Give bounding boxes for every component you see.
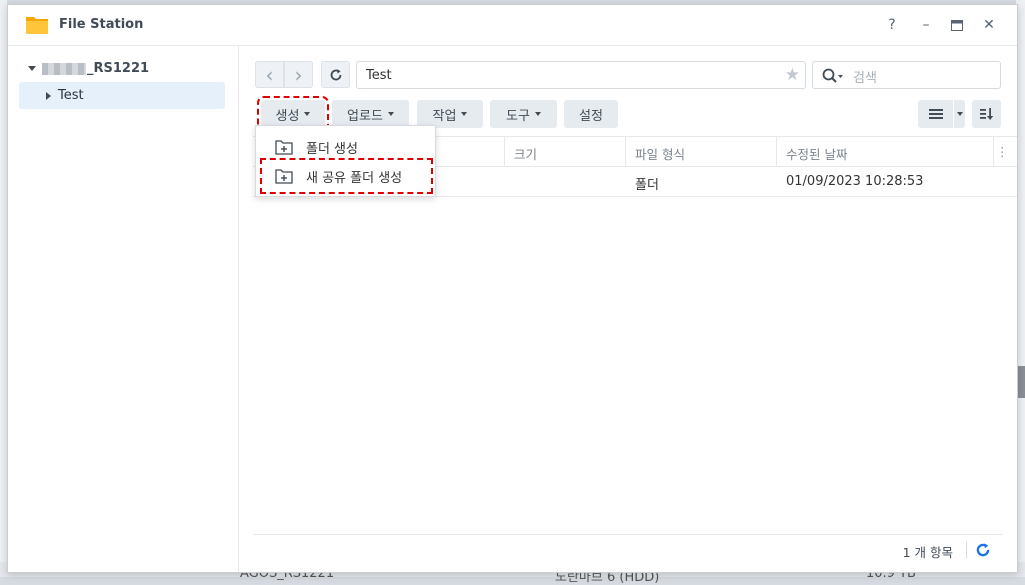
settings-button[interactable]: 설정: [564, 100, 618, 128]
folder-plus-icon: [275, 169, 293, 184]
column-menu-icon[interactable]: ⋮: [996, 144, 1009, 159]
refresh-icon[interactable]: [975, 542, 991, 558]
view-dropdown-button[interactable]: [954, 100, 965, 128]
titlebar: File Station ? – ✕: [8, 5, 1017, 46]
path-text: Test: [366, 68, 392, 83]
chevron-right-icon: ›: [294, 62, 303, 87]
row-type: 폴더: [635, 178, 659, 193]
item-count: 1 개 항목: [902, 545, 953, 560]
folder-plus-icon: [275, 140, 293, 155]
sort-icon: [979, 108, 993, 120]
dropdown-arrow-icon: [387, 112, 394, 116]
list-icon: [928, 109, 943, 119]
upload-label: 업로드: [347, 108, 383, 124]
dropdown-arrow-icon: [956, 112, 963, 116]
background-left-edge: [0, 0, 7, 577]
refresh-icon: [330, 68, 341, 80]
create-dropdown-menu: 폴더 생성 새 공유 폴더 생성: [255, 125, 436, 197]
dropdown-arrow-icon: [461, 112, 468, 116]
status-bar: 1 개 항목: [253, 534, 1003, 565]
upload-button[interactable]: 업로드: [332, 100, 409, 128]
tree-root-server[interactable]: _RS1221: [28, 61, 149, 76]
search-icon[interactable]: [822, 68, 844, 84]
maximize-button[interactable]: [947, 15, 967, 35]
column-header-type[interactable]: 파일 형식: [635, 144, 685, 163]
column-divider[interactable]: [504, 137, 505, 166]
sidebar-item-test[interactable]: Test: [19, 82, 225, 109]
search-field[interactable]: 검색: [812, 61, 1001, 89]
view-list-button[interactable]: [918, 100, 953, 128]
caret-right-icon[interactable]: [46, 91, 51, 100]
menu-item-create-shared-folder[interactable]: 새 공유 폴더 생성: [260, 158, 433, 194]
row-modified: 01/09/2023 10:28:53: [786, 174, 924, 189]
sidebar: _RS1221 Test: [8, 46, 239, 572]
refresh-button[interactable]: [321, 61, 350, 88]
dropdown-arrow-icon: [304, 112, 311, 116]
back-button[interactable]: ‹: [255, 61, 284, 88]
maximize-icon: [951, 19, 963, 31]
search-placeholder: 검색: [853, 71, 877, 86]
column-header-modified[interactable]: 수정된 날짜: [786, 144, 847, 163]
sidebar-item-label: Test: [58, 88, 84, 103]
window-title: File Station: [59, 17, 144, 32]
column-divider[interactable]: [993, 137, 994, 166]
action-button[interactable]: 작업: [417, 100, 483, 128]
action-label: 작업: [432, 108, 457, 124]
close-button[interactable]: ✕: [979, 15, 999, 35]
tools-button[interactable]: 도구: [490, 100, 557, 128]
column-divider[interactable]: [776, 137, 777, 166]
background-scrollbar[interactable]: [1018, 366, 1025, 398]
tools-label: 도구: [506, 108, 530, 124]
menu-item-label: 폴더 생성: [306, 141, 358, 157]
sort-button[interactable]: [972, 100, 1001, 128]
settings-label: 설정: [579, 108, 603, 124]
star-icon[interactable]: ★: [785, 65, 800, 85]
minimize-button[interactable]: –: [916, 15, 936, 35]
menu-item-create-folder[interactable]: 폴더 생성: [264, 133, 429, 161]
chevron-left-icon: ‹: [265, 62, 274, 87]
help-button[interactable]: ?: [882, 15, 902, 35]
dropdown-arrow-icon: [534, 112, 541, 116]
create-button[interactable]: 생성: [257, 96, 329, 132]
footer-divider: [966, 542, 967, 558]
folder-app-icon: [26, 17, 48, 34]
create-label: 생성: [275, 108, 300, 124]
menu-item-label: 새 공유 폴더 생성: [306, 170, 403, 186]
caret-down-icon[interactable]: [28, 66, 36, 71]
tree-root-label: _RS1221: [87, 61, 150, 76]
redacted-name: [42, 62, 86, 75]
column-header-size[interactable]: 크기: [514, 144, 537, 163]
file-station-window: File Station ? – ✕ _RS1221 Test ‹ › Test…: [7, 4, 1018, 573]
column-divider[interactable]: [625, 137, 626, 166]
forward-button[interactable]: ›: [284, 61, 313, 88]
path-bar[interactable]: Test ★: [356, 61, 806, 89]
